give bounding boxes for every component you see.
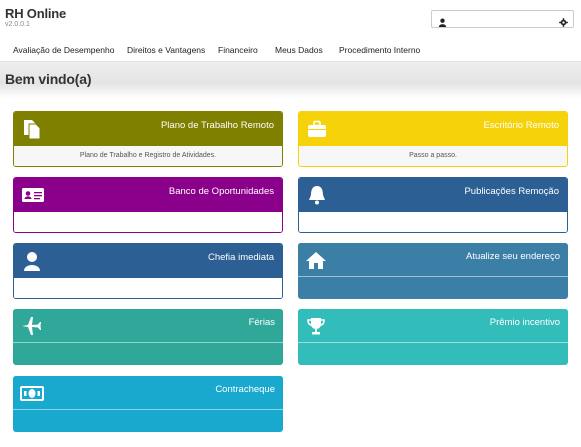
card-title: Férias	[248, 317, 275, 328]
card-atualize-endereco[interactable]: Atualize seu endereço	[298, 243, 568, 299]
card-title: Escritório Remoto	[483, 120, 560, 131]
page-title: Bem vindo(a)	[5, 71, 92, 87]
card-premio-incentivo[interactable]: Prêmio incentivo	[298, 309, 568, 365]
card-subtitle	[13, 343, 283, 365]
card-publicacoes-remocao[interactable]: Publicações Remoção	[298, 177, 568, 233]
nav-item-financeiro[interactable]: Financeiro	[218, 45, 258, 55]
card-contracheque[interactable]: Contracheque	[13, 376, 283, 432]
money-icon	[20, 382, 44, 404]
nav-item-procedimento[interactable]: Procedimento Interno	[339, 45, 420, 55]
card-title: Contracheque	[215, 384, 275, 395]
card-banco-oportunidades[interactable]: Banco de Oportunidades	[13, 177, 283, 233]
card-title: Atualize seu endereço	[465, 251, 560, 262]
card-subtitle	[13, 410, 283, 432]
nav-item-avaliacao[interactable]: Avaliação de Desempenho	[13, 45, 114, 55]
card-chefia-imediata[interactable]: Chefia imediata	[13, 243, 283, 299]
card-subtitle	[298, 277, 568, 299]
id-card-icon	[21, 184, 44, 206]
card-subtitle	[14, 212, 282, 232]
card-header: Publicações Remoção	[299, 178, 567, 212]
bell-icon	[306, 184, 328, 206]
main-nav: Avaliação de Desempenho Direitos e Vanta…	[0, 38, 581, 62]
user-icon	[438, 14, 447, 32]
card-header: Banco de Oportunidades	[14, 178, 282, 212]
card-ferias[interactable]: Férias	[13, 309, 283, 365]
card-header: Contracheque	[13, 376, 283, 410]
card-header: Férias	[13, 309, 283, 343]
card-subtitle	[298, 343, 568, 365]
nav-item-direitos[interactable]: Direitos e Vantagens	[127, 45, 205, 55]
plane-icon	[20, 315, 42, 337]
card-title: Banco de Oportunidades	[168, 186, 274, 197]
card-header: Prêmio incentivo	[298, 309, 568, 343]
user-icon	[21, 250, 43, 272]
trophy-icon	[305, 315, 327, 337]
welcome-banner: Bem vindo(a)	[0, 62, 581, 98]
card-header: Plano de Trabalho Remoto	[14, 112, 282, 146]
card-title: Prêmio incentivo	[489, 317, 560, 328]
card-subtitle: Passo a passo.	[299, 146, 567, 166]
brand[interactable]: RH Online v2.0.0.1	[5, 7, 66, 29]
card-title: Plano de Trabalho Remoto	[160, 120, 274, 131]
app-title: RH Online	[5, 6, 67, 21]
top-bar: RH Online v2.0.0.1	[0, 0, 581, 38]
card-title: Publicações Remoção	[464, 186, 559, 197]
home-icon	[305, 249, 327, 271]
card-header: Atualize seu endereço	[298, 243, 568, 277]
user-menu[interactable]	[431, 10, 574, 28]
card-plano-trabalho[interactable]: Plano de Trabalho Remoto Plano de Trabal…	[13, 111, 283, 167]
card-header: Chefia imediata	[14, 244, 282, 278]
gear-icon[interactable]	[559, 14, 568, 32]
nav-item-meus-dados[interactable]: Meus Dados	[275, 45, 323, 55]
card-header: Escritório Remoto	[299, 112, 567, 146]
card-subtitle: Plano de Trabalho e Registro de Atividad…	[14, 146, 282, 166]
app-version: v2.0.0.1	[5, 21, 30, 28]
card-subtitle	[14, 278, 282, 298]
card-subtitle	[299, 212, 567, 232]
card-title: Chefia imediata	[207, 252, 274, 263]
card-escritorio-remoto[interactable]: Escritório Remoto Passo a passo.	[298, 111, 568, 167]
briefcase-icon	[306, 118, 328, 140]
document-icon	[21, 118, 43, 140]
